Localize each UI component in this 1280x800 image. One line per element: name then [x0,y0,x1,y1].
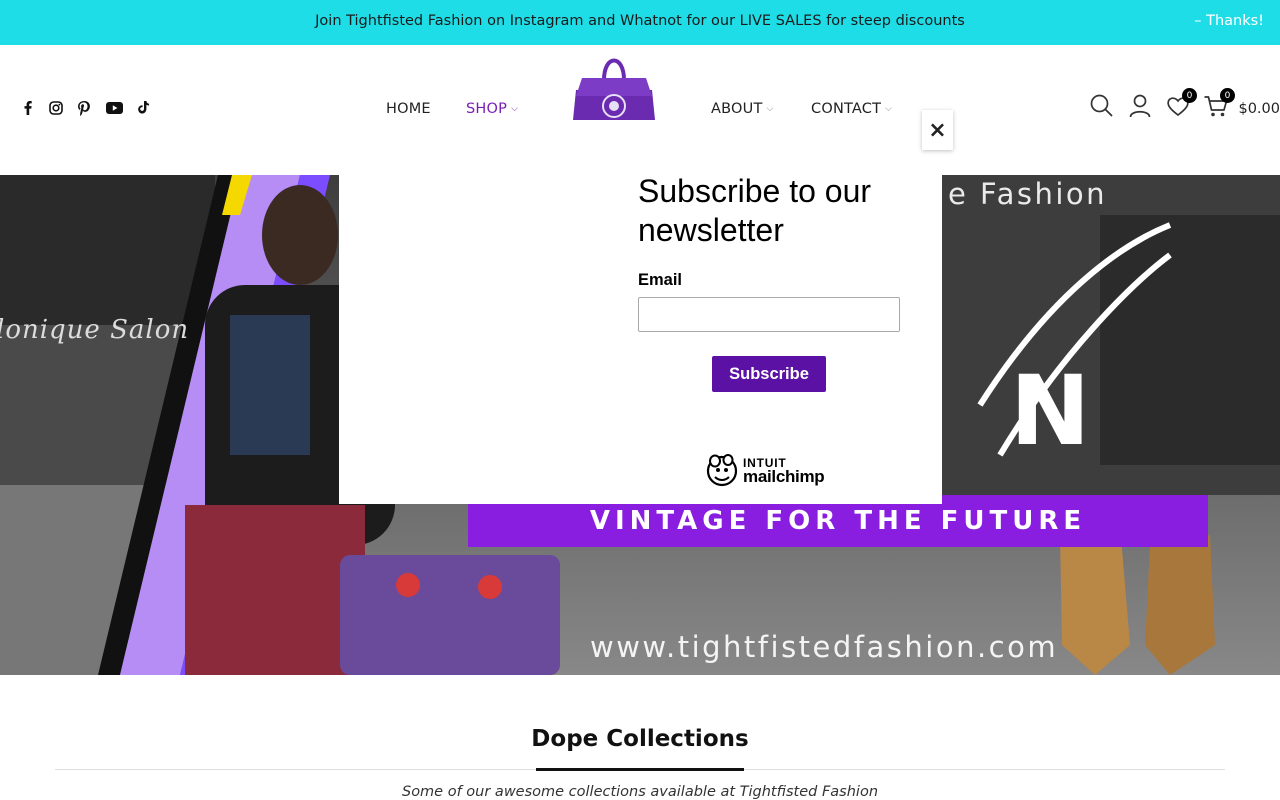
announcement-text: Join Tightfisted Fashion on Instagram an… [315,13,965,29]
user-icon[interactable] [1127,93,1153,119]
hero-letter-fragment: N [1010,355,1091,467]
hero-tagline: VINTAGE FOR THE FUTURE [589,506,1087,536]
email-label: Email [638,271,683,289]
nav-contact[interactable]: CONTACT ⌵ [811,101,892,117]
hero-url: www.tightfistedfashion.com [590,630,1059,664]
chevron-down-icon: ⌵ [766,104,774,114]
chevron-down-icon: ⌵ [511,104,519,114]
nav-about[interactable]: ABOUT ⌵ [711,101,774,117]
mailchimp-wordmark: INTUIT mailchimp [743,457,825,486]
section-title: Dope Collections [531,726,749,752]
cart-total[interactable]: $0.00 [1238,101,1280,117]
search-icon[interactable] [1089,93,1115,119]
close-icon[interactable]: × [922,110,953,150]
site-logo[interactable] [568,50,660,130]
wishlist-count-badge: 0 [1182,88,1197,103]
heart-icon[interactable]: 0 [1165,88,1197,119]
newsletter-popup: Subscribe to our newsletter Email Subscr… [339,120,942,504]
brand-bottom-text: mailchimp [743,467,825,486]
social-links [18,98,162,118]
tiktok-icon[interactable] [134,98,154,118]
facebook-icon[interactable] [18,98,38,118]
announcement-close-button[interactable]: – Thanks! [1194,13,1264,29]
mailchimp-icon [706,454,738,487]
cart-count-badge: 0 [1220,88,1235,103]
hero-heading-fragment: e Fashion [948,177,1108,211]
nav-about-label: ABOUT [711,101,763,117]
email-field[interactable] [638,297,900,332]
hero-storefront-sign: lonique Salon [0,315,190,345]
nav-contact-label: CONTACT [811,101,882,117]
section-subtitle: Some of our awesome collections availabl… [401,784,879,800]
instagram-icon[interactable] [46,98,66,118]
section-title-underline [536,768,744,771]
chevron-down-icon: ⌵ [885,104,893,114]
subscribe-button[interactable]: Subscribe [712,356,826,392]
youtube-icon[interactable] [102,98,126,118]
pinterest-icon[interactable] [74,98,94,118]
nav-shop-label: SHOP [466,101,508,117]
mailchimp-logo[interactable]: INTUIT mailchimp [706,453,825,487]
nav-shop[interactable]: SHOP ⌵ [466,101,518,117]
nav-home-label: HOME [386,101,431,117]
nav-home[interactable]: HOME [386,101,431,117]
cart-icon[interactable]: 0 [1203,88,1235,119]
popup-title: Subscribe to our newsletter [638,173,872,248]
announcement-bar: Join Tightfisted Fashion on Instagram an… [0,0,1280,45]
